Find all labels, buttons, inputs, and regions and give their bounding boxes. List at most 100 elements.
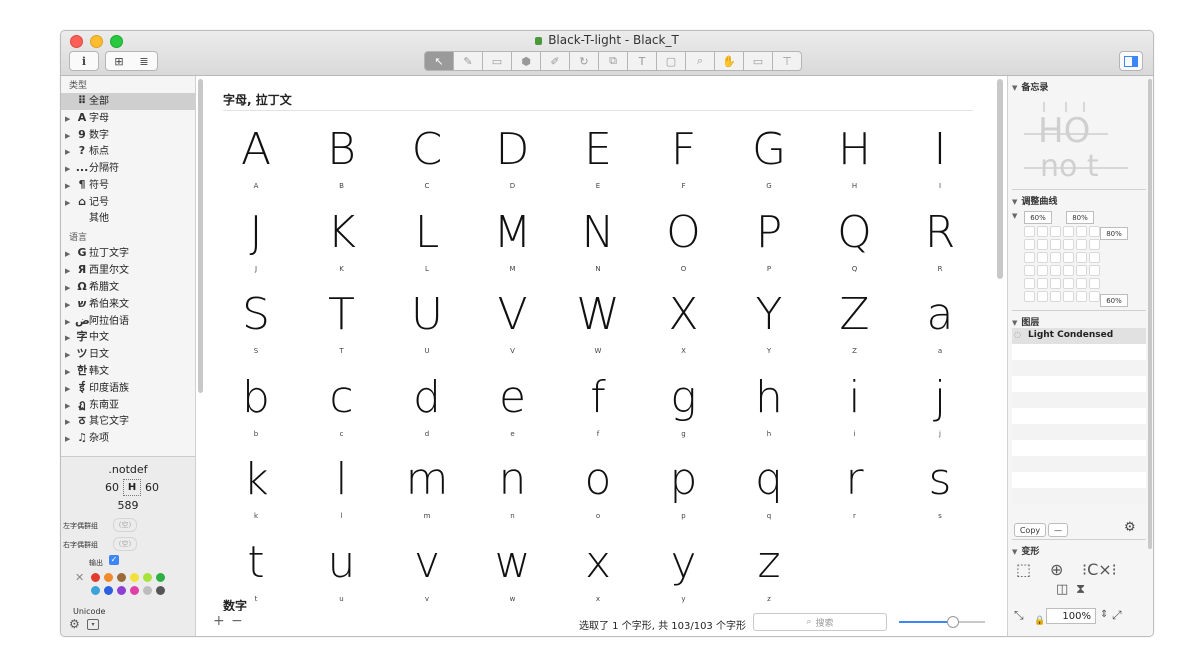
sidebar-language-item[interactable]: ▶ Ω 希腊文 [61,279,195,296]
disclosure-triangle-icon[interactable]: ▶ [65,128,75,145]
curve-cell[interactable] [1063,278,1074,289]
search-input[interactable]: ⌕ 搜索 [753,613,887,631]
sidebar-category-item[interactable]: ▶ ⌂ 记号 [61,194,195,211]
curve-cell[interactable] [1037,252,1048,263]
glyph-cell[interactable]: jj [897,372,983,452]
color-swatch[interactable] [143,586,152,595]
gear-icon[interactable]: ⚙ [69,617,80,631]
curve-cell[interactable] [1063,291,1074,302]
sidebar-category-item[interactable]: ▶ ...分隔符 [61,160,195,177]
curve-cell[interactable] [1050,226,1061,237]
curve-cell[interactable] [1089,239,1100,250]
glyph-cell[interactable]: VV [470,289,556,369]
glyph-cell[interactable]: zz [726,537,812,617]
glyph-cell[interactable]: KK [299,207,385,287]
layer-row-selected[interactable]: ◌ Light Condensed [1012,328,1146,344]
curve-cell[interactable] [1024,239,1035,250]
color-swatch[interactable] [104,586,113,595]
glyph-cell[interactable]: gg [641,372,727,452]
info-button[interactable]: i [69,51,99,71]
glyph-cell[interactable]: pp [641,454,727,534]
disclosure-triangle-icon[interactable]: ▶ [65,381,75,398]
right-sidebearing[interactable]: 60 [145,481,159,494]
sidebar-category-item[interactable]: 其他 [61,211,195,228]
curve-cell[interactable] [1024,291,1035,302]
glyph-cell[interactable]: JJ [213,207,299,287]
glyph-cell[interactable]: kk [213,454,299,534]
disclosure-triangle-icon[interactable]: ▶ [65,263,75,280]
curve-header[interactable]: ▼ 调整曲线 [1012,194,1057,207]
curve-cell[interactable] [1037,278,1048,289]
glyph-cell[interactable]: ZZ [812,289,898,369]
glyph-cell[interactable]: hh [726,372,812,452]
glyph-cell[interactable]: ii [812,372,898,452]
glyph-cell[interactable]: UU [384,289,470,369]
glyph-cell[interactable]: OO [641,207,727,287]
color-swatch[interactable] [130,573,139,582]
list-view-button[interactable]: ≣ [131,51,158,71]
disclosure-triangle-icon[interactable]: ▶ [65,161,75,178]
curve-field-4[interactable]: 60% [1100,294,1128,307]
curve-cell[interactable] [1050,265,1061,276]
toolbar-tool-9[interactable]: ⌕ [685,51,715,71]
toolbar-tool-6[interactable]: ⧉ [598,51,628,71]
curve-cell[interactable] [1037,226,1048,237]
remove-layer-button[interactable]: — [1048,523,1068,537]
glyph-cell[interactable]: SS [213,289,299,369]
color-swatch[interactable] [130,586,139,595]
curve-cell[interactable] [1050,278,1061,289]
flip-vertical-icon[interactable]: ⧗ [1076,582,1085,597]
curve-cell[interactable] [1024,278,1035,289]
glyph-cell[interactable]: bb [213,372,299,452]
sidebar-language-item[interactable]: ▶ ई 印度语族 [61,380,195,397]
sidebar-language-item[interactable]: ▶ ש 希伯来文 [61,296,195,313]
right-kerning-group-field[interactable]: (空) [113,537,137,551]
glyph-cell[interactable]: mm [384,454,470,534]
glyph-cell[interactable]: MM [470,207,556,287]
add-glyph-button[interactable]: + [213,613,225,629]
layer-options-gear-icon[interactable]: ⚙ [1124,520,1136,535]
glyph-cell[interactable]: YY [726,289,812,369]
align-center-icon[interactable]: ⁝C×⁝ [1082,560,1117,579]
glyph-cell[interactable]: ee [470,372,556,452]
zoom-slider[interactable] [899,616,985,628]
curve-cell[interactable] [1076,278,1087,289]
color-swatch[interactable] [143,573,152,582]
toolbar-tool-5[interactable]: ↻ [569,51,599,71]
grid-view-button[interactable]: ⊞ [105,51,133,71]
curve-cell[interactable] [1050,239,1061,250]
glyph-cell[interactable]: FF [641,124,727,204]
color-swatch[interactable] [156,573,165,582]
glyph-cell[interactable]: LL [384,207,470,287]
toolbar-tool-7[interactable]: T [627,51,657,71]
color-swatch[interactable] [91,586,100,595]
sidebar-scrollbar[interactable] [198,79,203,393]
curve-cell[interactable] [1089,226,1100,237]
glyph-cell[interactable]: aa [897,289,983,369]
glyph-cell[interactable]: uu [299,537,385,617]
sidebar-language-item[interactable]: ▶ ठ 其它文字 [61,413,195,430]
glyph-cell[interactable]: cc [299,372,385,452]
glyph-cell[interactable]: CC [384,124,470,204]
lock-icon[interactable]: 🔒 [1034,616,1045,626]
toolbar-tool-0[interactable]: ↖ [424,51,454,71]
curve-cell[interactable] [1076,291,1087,302]
scale-down-icon[interactable]: ⤡ [1014,608,1024,623]
left-sidebearing[interactable]: 60 [105,481,119,494]
scale-up-icon[interactable]: ⤢ [1112,608,1122,623]
disclosure-triangle-icon[interactable]: ▶ [65,195,75,212]
glyph-cell[interactable]: EE [555,124,641,204]
curve-cell[interactable] [1076,265,1087,276]
disclosure-triangle-icon[interactable]: ▶ [65,297,75,314]
export-checkbox[interactable]: ✓ [109,555,119,565]
toolbar-tool-4[interactable]: ✐ [540,51,570,71]
disclosure-triangle-icon[interactable]: ▶ [65,246,75,263]
glyph-cell[interactable]: RR [897,207,983,287]
layers-header[interactable]: ▼ 图层 [1012,315,1039,328]
curve-cell[interactable] [1050,291,1061,302]
disclosure-triangle-icon[interactable]: ▶ [65,398,75,415]
curve-cell[interactable] [1037,291,1048,302]
glyph-cell[interactable]: AA [213,124,299,204]
glyph-cell[interactable]: BB [299,124,385,204]
disclosure-triangle-icon[interactable]: ▶ [65,280,75,297]
